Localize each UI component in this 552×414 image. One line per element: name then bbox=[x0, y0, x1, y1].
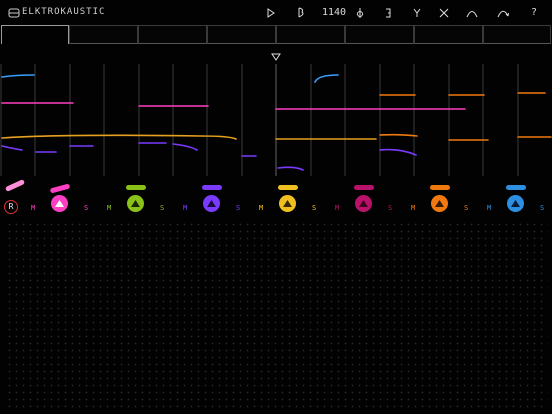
record-label: R bbox=[8, 202, 14, 211]
mute-button-7[interactable]: M bbox=[487, 204, 491, 212]
play-icon bbox=[267, 8, 275, 18]
curve-button[interactable] bbox=[464, 5, 480, 21]
help-label: ? bbox=[530, 7, 538, 18]
solo-button-4[interactable]: S bbox=[312, 204, 316, 212]
close-icon bbox=[439, 8, 449, 18]
tab-2[interactable] bbox=[69, 25, 138, 44]
triangle-icon bbox=[55, 200, 64, 207]
blue-curve bbox=[1, 74, 35, 78]
channel-1-knob[interactable] bbox=[51, 195, 68, 212]
solo-button-3[interactable]: S bbox=[236, 204, 240, 212]
solo-button-2[interactable]: S bbox=[160, 204, 164, 212]
solo-button-7[interactable]: S bbox=[540, 204, 544, 212]
triangle-icon bbox=[511, 200, 520, 207]
fx-a-button[interactable] bbox=[352, 5, 368, 21]
arc-icon bbox=[466, 11, 478, 18]
channel-7-knob[interactable] bbox=[507, 195, 524, 212]
mute-button-1[interactable]: M bbox=[31, 204, 35, 212]
fork-icon bbox=[413, 8, 421, 17]
tab-5[interactable] bbox=[276, 25, 345, 44]
mute-button-6[interactable]: M bbox=[411, 204, 415, 212]
xy-dot-pad[interactable] bbox=[4, 219, 548, 411]
tab-1[interactable] bbox=[1, 25, 69, 44]
mute-button-4[interactable]: M bbox=[259, 204, 263, 212]
channel-2-slider[interactable] bbox=[126, 185, 146, 190]
close-button[interactable] bbox=[436, 5, 452, 21]
playhead-marker-icon[interactable] bbox=[271, 52, 281, 62]
app-window: ELKTROKAUSTIC 1140 ? R M S M S M S M S M… bbox=[0, 0, 552, 414]
channel-2-knob[interactable] bbox=[127, 195, 144, 212]
violet-curve-8 bbox=[379, 148, 417, 156]
mute-button-5[interactable]: M bbox=[335, 204, 339, 212]
curve2-button[interactable] bbox=[495, 5, 511, 21]
phi-icon bbox=[357, 8, 363, 18]
blue-curve-2 bbox=[314, 74, 339, 83]
arc-arrow-icon bbox=[497, 10, 509, 18]
channel-4-knob[interactable] bbox=[279, 195, 296, 212]
violet-curve-7 bbox=[277, 166, 304, 171]
tab-6[interactable] bbox=[345, 25, 414, 44]
channel-5-slider[interactable] bbox=[354, 185, 374, 190]
logo-icon bbox=[8, 8, 20, 18]
record-button[interactable]: R bbox=[4, 200, 18, 214]
violet-curve-5 bbox=[172, 143, 198, 151]
channel-5-knob[interactable] bbox=[355, 195, 372, 212]
tab-8[interactable] bbox=[483, 25, 551, 44]
orange-line bbox=[1, 134, 237, 140]
fx-c-button[interactable] bbox=[409, 5, 425, 21]
tab-7[interactable] bbox=[414, 25, 483, 44]
channel-3-slider[interactable] bbox=[202, 185, 222, 190]
app-title: ELKTROKAUSTIC bbox=[22, 7, 106, 17]
help-button[interactable]: ? bbox=[526, 5, 542, 21]
triangle-icon bbox=[359, 200, 368, 207]
bracket-icon bbox=[386, 8, 391, 18]
channel-6-slider[interactable] bbox=[430, 185, 450, 190]
channel-6-knob[interactable] bbox=[431, 195, 448, 212]
solo-button-6[interactable]: S bbox=[464, 204, 468, 212]
pattern-tabs bbox=[0, 25, 552, 45]
channel-1-slider[interactable] bbox=[49, 183, 71, 194]
channel-4-slider[interactable] bbox=[278, 185, 298, 190]
channel-3-knob[interactable] bbox=[203, 195, 220, 212]
tab-4[interactable] bbox=[207, 25, 276, 44]
orange-line-6 bbox=[379, 133, 418, 137]
triangle-icon bbox=[435, 200, 444, 207]
solo-button-5[interactable]: S bbox=[388, 204, 392, 212]
counter-button[interactable]: 1140 bbox=[322, 5, 346, 21]
triangle-icon bbox=[283, 200, 292, 207]
automation-timeline[interactable] bbox=[0, 62, 552, 178]
counter-label: 1140 bbox=[322, 7, 347, 18]
channel-7-slider[interactable] bbox=[506, 185, 526, 190]
fx-b-button[interactable] bbox=[380, 5, 396, 21]
tab-3[interactable] bbox=[138, 25, 207, 44]
solo-button-1[interactable]: S bbox=[84, 204, 88, 212]
play-button[interactable] bbox=[263, 5, 279, 21]
mute-button-3[interactable]: M bbox=[183, 204, 187, 212]
triangle-icon bbox=[207, 200, 216, 207]
violet-curve bbox=[1, 145, 23, 151]
record-pill[interactable] bbox=[4, 179, 26, 192]
note-button[interactable] bbox=[293, 5, 309, 21]
mute-button-2[interactable]: M bbox=[107, 204, 111, 212]
grid-lines bbox=[0, 64, 519, 176]
top-toolbar: ELKTROKAUSTIC 1140 ? bbox=[0, 0, 552, 26]
note-icon bbox=[298, 7, 304, 18]
triangle-icon bbox=[131, 200, 140, 207]
